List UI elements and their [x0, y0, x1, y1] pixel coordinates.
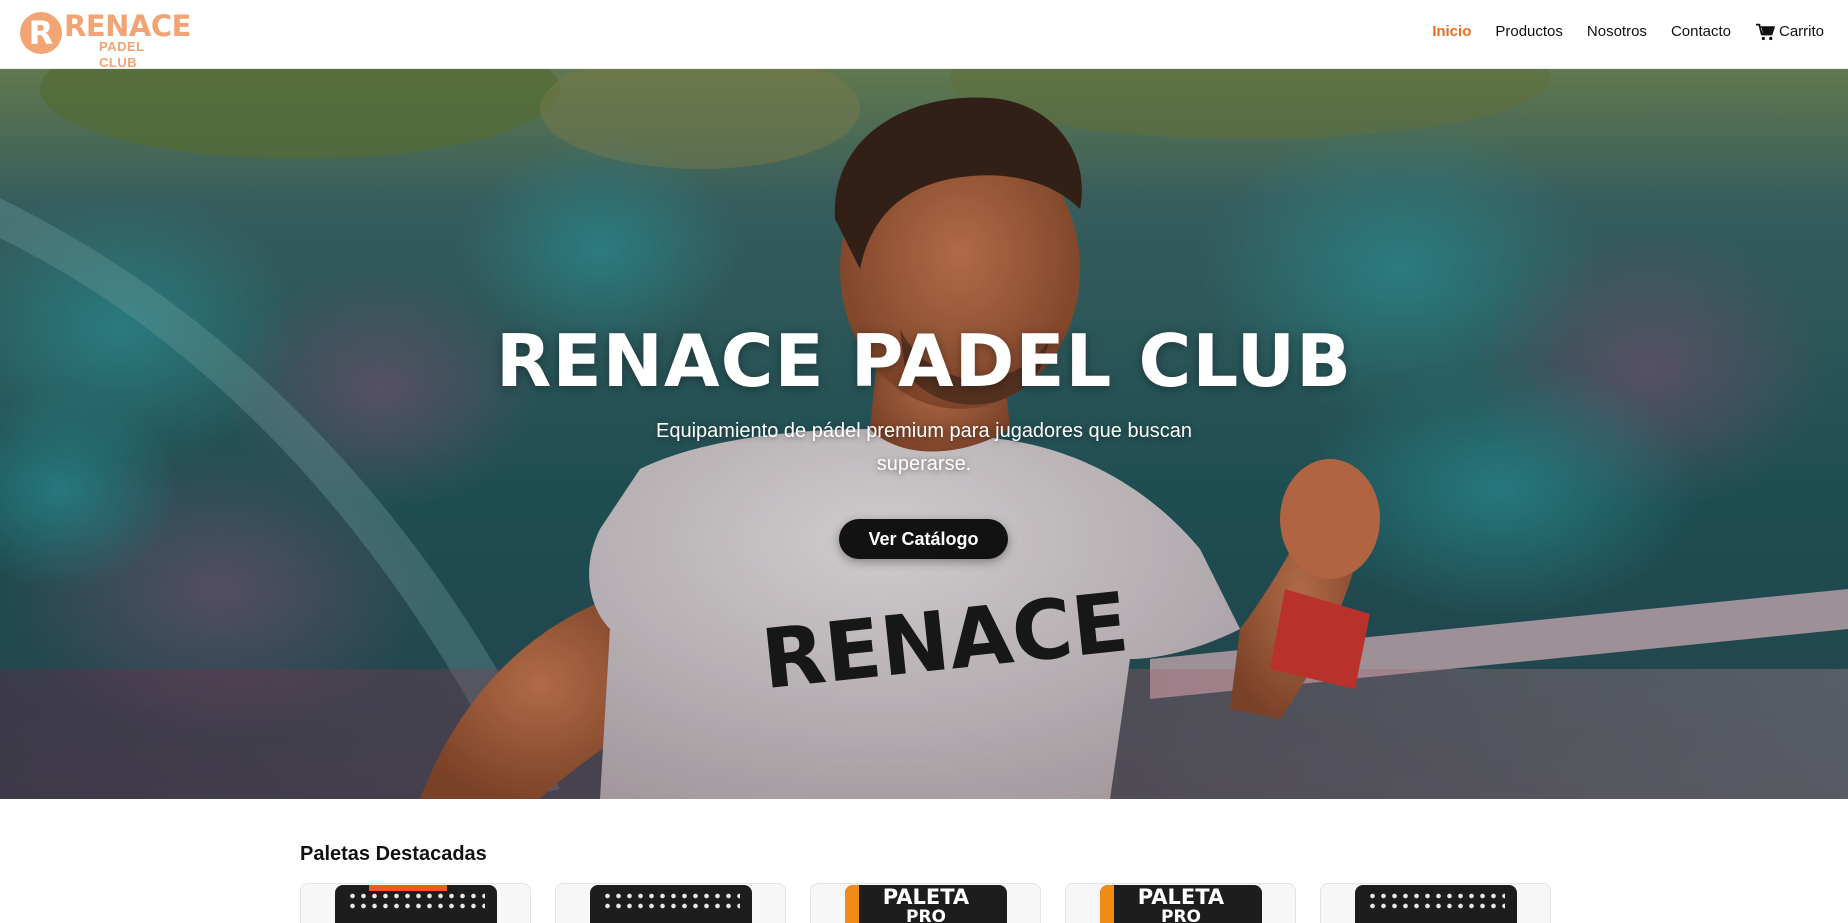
featured-cards: PALETA PRO PALETA PRO	[300, 883, 1551, 923]
paddle-image	[590, 885, 752, 923]
paddle-image	[335, 885, 497, 923]
nav-link-inicio[interactable]: Inicio	[1432, 21, 1471, 43]
product-card[interactable]: PALETA PRO	[810, 883, 1041, 923]
paddle-label: PALETA	[882, 885, 970, 909]
hero-section: RENACE RENACE PADEL CLUB Equipamiento de…	[0, 69, 1848, 799]
product-card[interactable]	[555, 883, 786, 923]
main-nav: Inicio Productos Nosotros Contacto Carri…	[1432, 21, 1824, 43]
paddle-label: PALETA	[1137, 885, 1225, 909]
logo-wordmark: RENACE	[64, 9, 191, 43]
brand-logo[interactable]: R RENACE PADEL CLUB	[20, 11, 191, 70]
nav-link-productos[interactable]: Productos	[1495, 21, 1563, 43]
hero-title: RENACE PADEL CLUB	[496, 319, 1352, 403]
logo-initial: R	[28, 14, 54, 52]
product-card[interactable]: PALETA PRO	[1065, 883, 1296, 923]
cart-icon	[1755, 23, 1775, 41]
logo-subtitle: PADEL CLUB	[99, 39, 145, 70]
product-card[interactable]	[1320, 883, 1551, 923]
cart-link[interactable]: Carrito	[1755, 21, 1824, 43]
cart-label: Carrito	[1778, 23, 1824, 40]
site-header: R RENACE PADEL CLUB Inicio Productos Nos…	[0, 0, 1848, 70]
paddle-image: PALETA PRO	[845, 885, 1007, 923]
nav-link-nosotros[interactable]: Nosotros	[1587, 21, 1647, 43]
paddle-image: PALETA PRO	[1100, 885, 1262, 923]
logo-mark-icon: R	[20, 12, 62, 54]
view-catalog-button[interactable]: Ver Catálogo	[839, 519, 1008, 559]
paddle-label-2: PRO	[1160, 907, 1201, 923]
product-card[interactable]	[300, 883, 531, 923]
hero-subtitle: Equipamiento de pádel premium para jugad…	[656, 420, 1192, 475]
paddle-label-2: PRO	[905, 907, 946, 923]
featured-section-title: Paletas Destacadas	[300, 843, 487, 865]
paddle-image	[1355, 885, 1517, 923]
nav-link-contacto[interactable]: Contacto	[1671, 21, 1731, 43]
